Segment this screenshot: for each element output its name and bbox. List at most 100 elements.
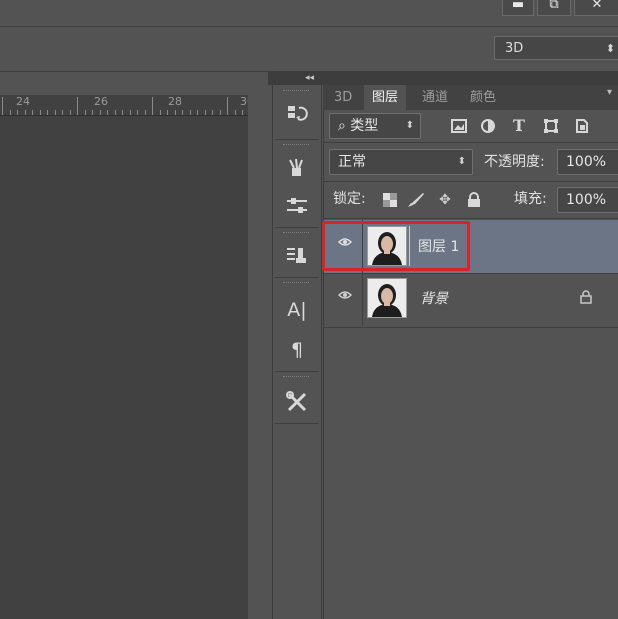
ruler-tick: [24, 110, 26, 115]
workspace-value: 3D: [505, 41, 524, 56]
ruler-tick: [182, 110, 183, 115]
ruler-tick: [54, 110, 56, 115]
ruler-tick: [212, 110, 213, 115]
drag-grip[interactable]: [283, 144, 309, 147]
brush-presets-icon[interactable]: [279, 155, 315, 181]
ruler-tick: [39, 110, 41, 115]
character-icon[interactable]: A|: [279, 297, 315, 323]
ruler-tick: [159, 110, 161, 115]
ruler-tick-label: 26: [94, 95, 108, 108]
tab-3d[interactable]: 3D: [326, 85, 360, 110]
tool-separator: [275, 277, 319, 278]
ruler-tick: [129, 110, 131, 115]
lock-all-icon[interactable]: [464, 189, 484, 211]
layer-thumbnail[interactable]: [367, 278, 407, 318]
ruler-tick: [69, 110, 71, 115]
blend-mode-value: 正常: [338, 154, 366, 170]
filter-kind-select[interactable]: ⌕ 类型 ⬍: [329, 113, 421, 139]
panel-menu-icon[interactable]: ▾: [607, 87, 612, 98]
tab-label: 图层: [372, 90, 399, 105]
chevron-updown-icon: ⬍: [457, 156, 466, 167]
ruler-tick: [47, 110, 48, 115]
tool-separator: [275, 227, 319, 228]
close-button[interactable]: ✕: [574, 0, 618, 16]
ruler-tick: [2, 97, 3, 115]
canvas-area[interactable]: [0, 116, 248, 619]
search-icon: ⌕: [338, 118, 346, 134]
ruler-tick: [174, 110, 176, 115]
selection-highlight-box: [322, 221, 470, 271]
tab-color[interactable]: 颜色: [462, 85, 504, 110]
clone-source-icon[interactable]: [279, 243, 315, 269]
paragraph-icon[interactable]: ¶: [279, 337, 315, 363]
ruler-tick: [77, 97, 78, 115]
drag-grip[interactable]: [283, 232, 309, 235]
tab-label: 3D: [334, 90, 353, 105]
tool-presets-icon[interactable]: [279, 389, 315, 415]
ruler-tick: [144, 110, 146, 115]
pixel-filter-icon[interactable]: [449, 115, 469, 137]
lock-transparent-pixels-icon[interactable]: [380, 189, 400, 211]
ruler-tick: [107, 110, 108, 115]
tab-label: 颜色: [470, 90, 497, 105]
ruler-tick: [84, 110, 86, 115]
ruler-tick: [92, 110, 93, 115]
ruler-tick: [167, 110, 168, 115]
blend-mode-select[interactable]: 正常 ⬍: [329, 149, 473, 175]
horizontal-ruler: 24 26 28 30: [0, 95, 254, 116]
filter-kind-value: 类型: [350, 118, 379, 134]
ruler-tick: [137, 110, 138, 115]
brush-settings-icon[interactable]: [279, 193, 315, 219]
ruler-tick-label: 24: [16, 95, 30, 108]
fill-label: 填充:: [514, 191, 547, 207]
ruler-tick: [242, 110, 243, 115]
ruler-tick: [32, 110, 33, 115]
ruler-tick: [99, 110, 101, 115]
tool-separator: [275, 371, 319, 372]
ruler-tick: [204, 110, 206, 115]
shape-filter-icon[interactable]: [541, 115, 561, 137]
ruler-tick: [62, 110, 63, 115]
canvas-margin: [248, 95, 268, 619]
chevron-updown-icon: ⬍: [405, 120, 414, 131]
tab-label: 通道: [422, 90, 449, 105]
eye-icon[interactable]: [333, 285, 357, 309]
fill-input[interactable]: 100%: [557, 187, 618, 213]
tool-separator: [275, 139, 319, 140]
workspace-select[interactable]: 3D ⬍: [494, 36, 618, 60]
history-icon[interactable]: [279, 101, 315, 127]
column-divider: [362, 273, 363, 326]
opacity-label: 不透明度:: [484, 154, 545, 170]
adjustment-filter-icon[interactable]: [478, 115, 498, 137]
layer-name[interactable]: 背景: [420, 287, 448, 311]
ruler-tick: [122, 110, 123, 115]
chevron-updown-icon: ⬍: [605, 42, 615, 55]
tab-layers[interactable]: 图层: [364, 85, 407, 110]
smart-object-filter-icon[interactable]: [572, 115, 592, 137]
ruler-tick: [219, 110, 221, 115]
lock-icon: [580, 289, 592, 308]
restore-button[interactable]: ⧉: [537, 0, 571, 16]
ruler-tick: [114, 110, 116, 115]
lock-position-icon[interactable]: ✥: [435, 189, 455, 211]
ruler-tick: [9, 110, 11, 115]
opacity-input[interactable]: 100%: [557, 149, 618, 175]
panel-icon-column: A| ¶: [272, 85, 322, 619]
lock-label: 锁定:: [333, 191, 366, 207]
collapse-panels-icon[interactable]: ◂◂: [305, 71, 314, 85]
ruler-tick: [17, 110, 18, 115]
panel-dock-header: [268, 71, 618, 85]
divider: [324, 218, 618, 219]
divider: [324, 181, 618, 182]
drag-grip[interactable]: [283, 90, 309, 93]
lock-image-pixels-icon[interactable]: [406, 189, 426, 211]
drag-grip[interactable]: [283, 376, 309, 379]
minimize-button[interactable]: ▬: [502, 0, 534, 16]
drag-grip[interactable]: [283, 282, 309, 285]
opacity-value: 100%: [566, 154, 607, 170]
tab-channels[interactable]: 通道: [414, 85, 456, 110]
ruler-tick: [197, 110, 198, 115]
type-filter-icon[interactable]: T: [509, 115, 529, 137]
ruler-tick: [189, 110, 191, 115]
divider: [324, 142, 618, 143]
